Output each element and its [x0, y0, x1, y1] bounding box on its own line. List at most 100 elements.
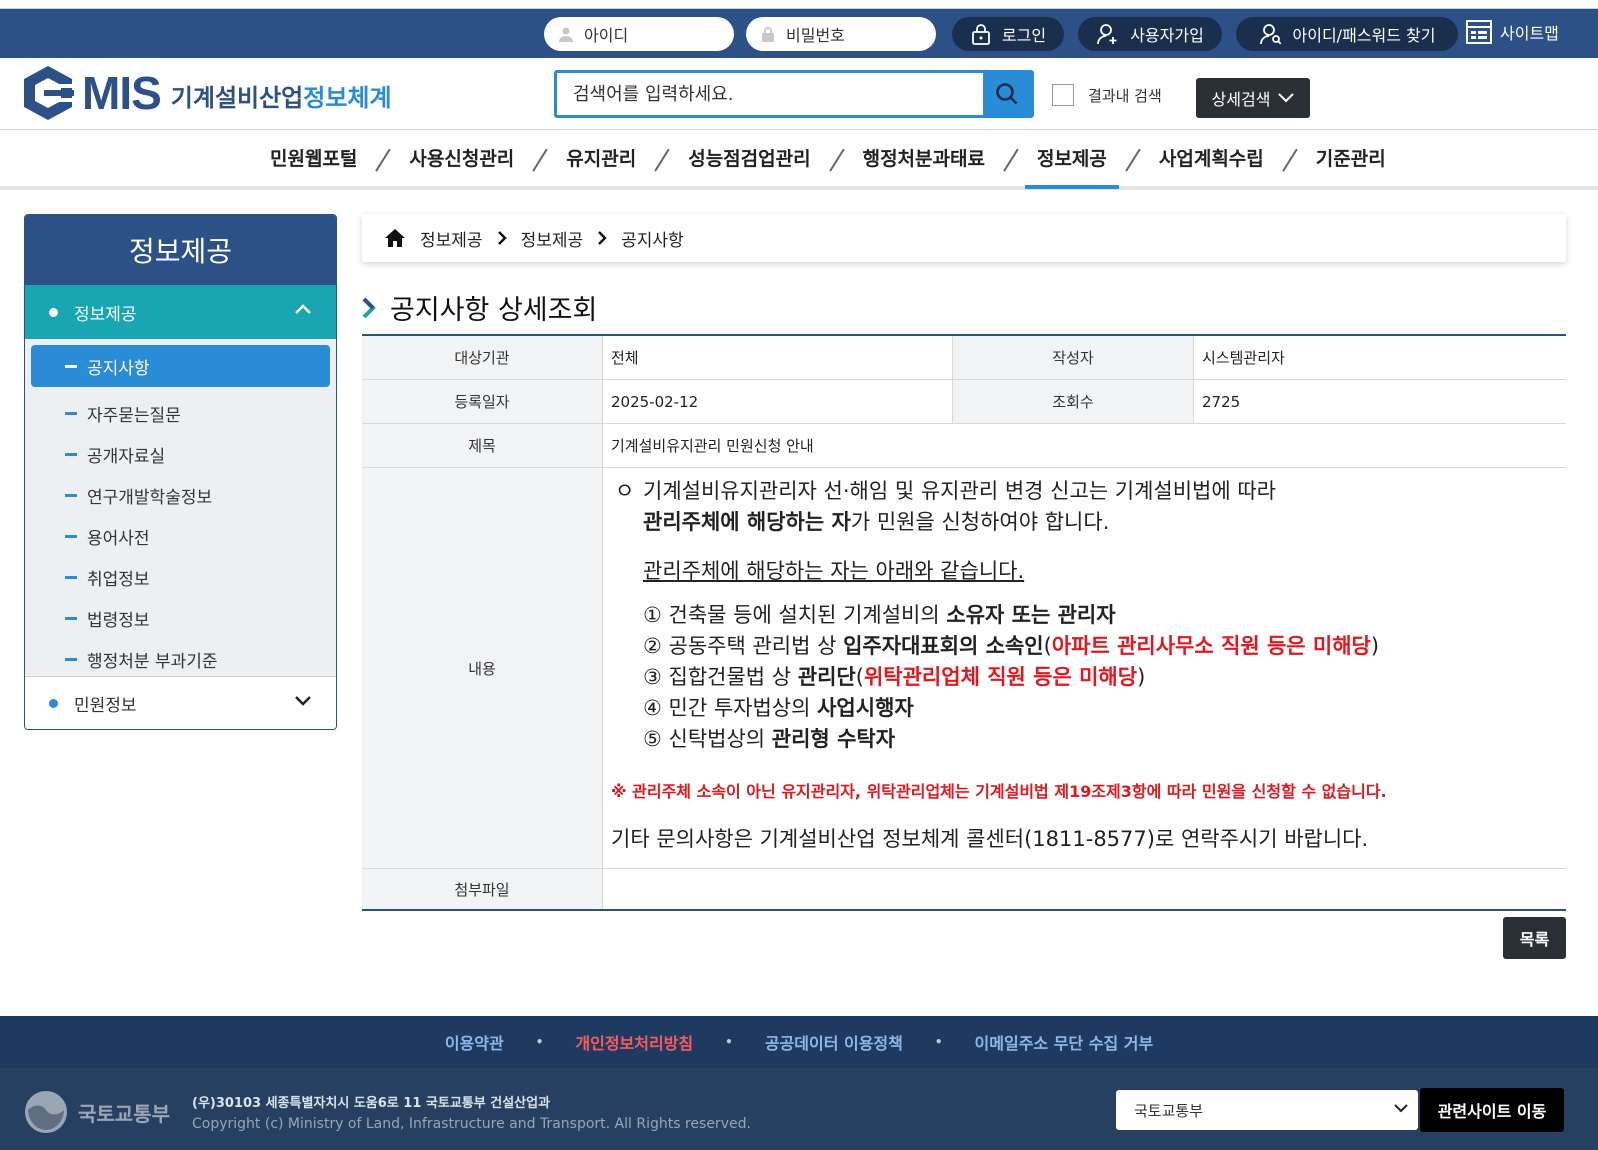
side-nav-item-jobs[interactable]: 취업정보 — [31, 557, 330, 598]
content-item-3: ③ 집합건물법 상 관리단(위탁관리업체 직원 등은 미해당) — [643, 662, 1145, 693]
table-row: 제목 기계설비유지관리 민원신청 안내 — [362, 424, 1566, 468]
nav-separator — [1280, 147, 1300, 169]
search-input[interactable] — [557, 73, 977, 115]
nav-separator — [1123, 147, 1143, 169]
side-nav-item-label: 연구개발학술정보 — [87, 488, 213, 508]
date-value: 2025-02-12 — [603, 380, 953, 423]
home-icon[interactable] — [384, 228, 406, 248]
nav-separator — [530, 147, 550, 169]
nav-item-inspection[interactable]: 성능점검업관리 — [688, 144, 810, 185]
item-text-bold: 사업시행자 — [817, 696, 914, 720]
subject-label: 제목 — [362, 424, 603, 467]
chevron-down-icon — [1394, 1104, 1408, 1113]
in-result-label: 결과내 검색 — [1088, 86, 1162, 105]
sitemap-link[interactable]: 사이트맵 — [1466, 20, 1559, 44]
nav-item-maintenance[interactable]: 유지관리 — [566, 144, 636, 185]
nav-separator — [1001, 147, 1021, 169]
nav-item-information[interactable]: 정보제공 — [1024, 144, 1119, 189]
list-button[interactable]: 목록 — [1503, 917, 1566, 959]
footer-link-open-data[interactable]: 공공데이터 이용정책 — [765, 1030, 903, 1054]
password-input[interactable]: 비밀번호 — [746, 17, 936, 51]
breadcrumb-item[interactable]: 정보제공 — [420, 226, 483, 251]
content-bullet: ㅇ — [615, 479, 635, 503]
chevron-right-icon — [497, 231, 507, 245]
logo-text: MIS — [82, 67, 162, 119]
nav-item-usage-request[interactable]: 사용신청관리 — [409, 144, 514, 185]
table-row: 등록일자 2025-02-12 조회수 2725 — [362, 380, 1566, 424]
content-item-1: ① 건축물 등에 설치된 기계설비의 소유자 또는 관리자 — [643, 600, 1116, 631]
id-input[interactable]: 아이디 — [544, 17, 734, 51]
search-button[interactable] — [983, 73, 1031, 115]
logo-subtitle: 기계설비산업정보체계 — [171, 78, 392, 113]
search-icon — [996, 83, 1018, 105]
dash-icon — [65, 412, 77, 415]
content-item-2: ② 공동주택 관리법 상 입주자대표회의 소속인(아파트 관리사무소 직원 등은… — [643, 631, 1379, 662]
logo-subtitle-b: 정보체계 — [303, 83, 392, 112]
item-text: 집합건물법 상 — [668, 665, 798, 689]
logo-subtitle-a: 기계설비산업 — [170, 83, 304, 112]
nav-item-business-plan[interactable]: 사업계획수립 — [1159, 144, 1264, 185]
side-nav-item-faq[interactable]: 자주묻는질문 — [31, 393, 330, 434]
side-nav-item-label: 공지사항 — [87, 358, 150, 379]
site-header: MIS 기계설비산업정보체계 결과내 검색 상세검색 — [0, 58, 1598, 130]
related-site-go-button[interactable]: 관련사이트 이동 — [1420, 1088, 1564, 1132]
dash-icon — [65, 494, 77, 497]
title-chevron-icon — [362, 297, 376, 318]
signup-button[interactable]: 사용자가입 — [1078, 17, 1222, 51]
dash-icon — [65, 453, 77, 456]
in-result-checkbox[interactable] — [1052, 84, 1074, 106]
breadcrumb-item[interactable]: 정보제공 — [521, 226, 584, 251]
side-nav-group-label: 정보제공 — [74, 304, 137, 325]
side-nav-item-penalty-standard[interactable]: 행정처분 부과기준 — [31, 639, 330, 680]
side-nav-item-label: 용어사전 — [87, 529, 150, 549]
ministry-logo: 국토교통부 — [24, 1090, 170, 1134]
content-line-2: 관리주체에 해당하는 자가 민원을 신청하여야 합니다. — [643, 507, 1109, 538]
author-label: 작성자 — [953, 336, 1194, 379]
footer-links: 이용약관 • 개인정보처리방침 • 공공데이터 이용정책 • 이메일주소 무단 … — [0, 1016, 1598, 1068]
footer-link-privacy[interactable]: 개인정보처리방침 — [575, 1030, 693, 1054]
attachment-value — [603, 869, 1566, 909]
notice-detail-table: 대상기관 전체 작성자 시스템관리자 등록일자 2025-02-12 조회수 2… — [362, 334, 1566, 911]
bullet-icon — [49, 699, 58, 708]
footer-link-terms[interactable]: 이용약관 — [445, 1030, 504, 1054]
detail-search-label: 상세검색 — [1211, 90, 1271, 109]
detail-search-button[interactable]: 상세검색 — [1196, 78, 1310, 118]
item-text-red: 아파트 관리사무소 직원 등은 미해당 — [1051, 634, 1371, 658]
views-label: 조회수 — [953, 380, 1194, 423]
side-nav-item-label: 공개자료실 — [87, 447, 166, 467]
side-nav-item-research[interactable]: 연구개발학술정보 — [31, 475, 330, 516]
content-warning: ※ 관리주체 소속이 아닌 유지관리자, 위탁관리업체는 기계설비법 제19조제… — [611, 782, 1387, 801]
login-button[interactable]: 로그인 — [952, 17, 1064, 51]
side-nav-item-glossary[interactable]: 용어사전 — [31, 516, 330, 557]
item-paren: ) — [1370, 634, 1380, 658]
dash-icon — [65, 617, 77, 620]
mis-logo-icon — [24, 66, 74, 120]
side-nav-item-public-data[interactable]: 공개자료실 — [31, 434, 330, 475]
id-placeholder: 아이디 — [584, 26, 629, 45]
side-nav-group-civil-info[interactable]: 민원정보 — [25, 676, 336, 729]
item-text-bold: 관리형 수탁자 — [771, 727, 896, 751]
side-nav-group-information[interactable]: 정보제공 — [25, 285, 336, 339]
nav-item-penalty[interactable]: 행정처분과태료 — [863, 144, 985, 185]
item-paren: ( — [1043, 634, 1052, 658]
side-nav-item-laws[interactable]: 법령정보 — [31, 598, 330, 639]
site-logo[interactable]: MIS 기계설비산업정보체계 — [22, 64, 392, 122]
item-text-bold: 입주자대표회의 소속인 — [843, 634, 1044, 658]
target-label: 대상기관 — [362, 336, 603, 379]
ministry-name: 국토교통부 — [78, 1101, 170, 1126]
nav-item-standards[interactable]: 기준관리 — [1316, 144, 1386, 185]
login-label: 로그인 — [1001, 26, 1047, 45]
breadcrumb-item-current: 공지사항 — [621, 230, 684, 251]
footer-link-email-refusal[interactable]: 이메일주소 무단 수집 거부 — [975, 1030, 1154, 1054]
nav-item-civil-portal[interactable]: 민원웹포털 — [270, 144, 357, 185]
footer-copyright: Copyright (c) Ministry of Land, Infrastr… — [192, 1116, 751, 1132]
in-result-search[interactable]: 결과내 검색 — [1052, 84, 1162, 106]
item-text-bold: 관리단 — [797, 665, 856, 689]
footer-separator: • — [934, 1035, 943, 1049]
related-site-select[interactable]: 국토교통부 — [1116, 1090, 1418, 1130]
side-nav-item-notice[interactable]: 공지사항 — [31, 345, 330, 387]
content-line-1: 기계설비유지관리자 선·해임 및 유지관리 변경 신고는 기계설비법에 따라 — [643, 479, 1276, 503]
find-account-button[interactable]: 아이디/패스워드 찾기 — [1236, 17, 1458, 51]
footer: 국토교통부 (우)30103 세종특별자치시 도움6로 11 국토교통부 건설산… — [0, 1068, 1598, 1150]
page-title: 공지사항 상세조회 — [362, 288, 597, 327]
